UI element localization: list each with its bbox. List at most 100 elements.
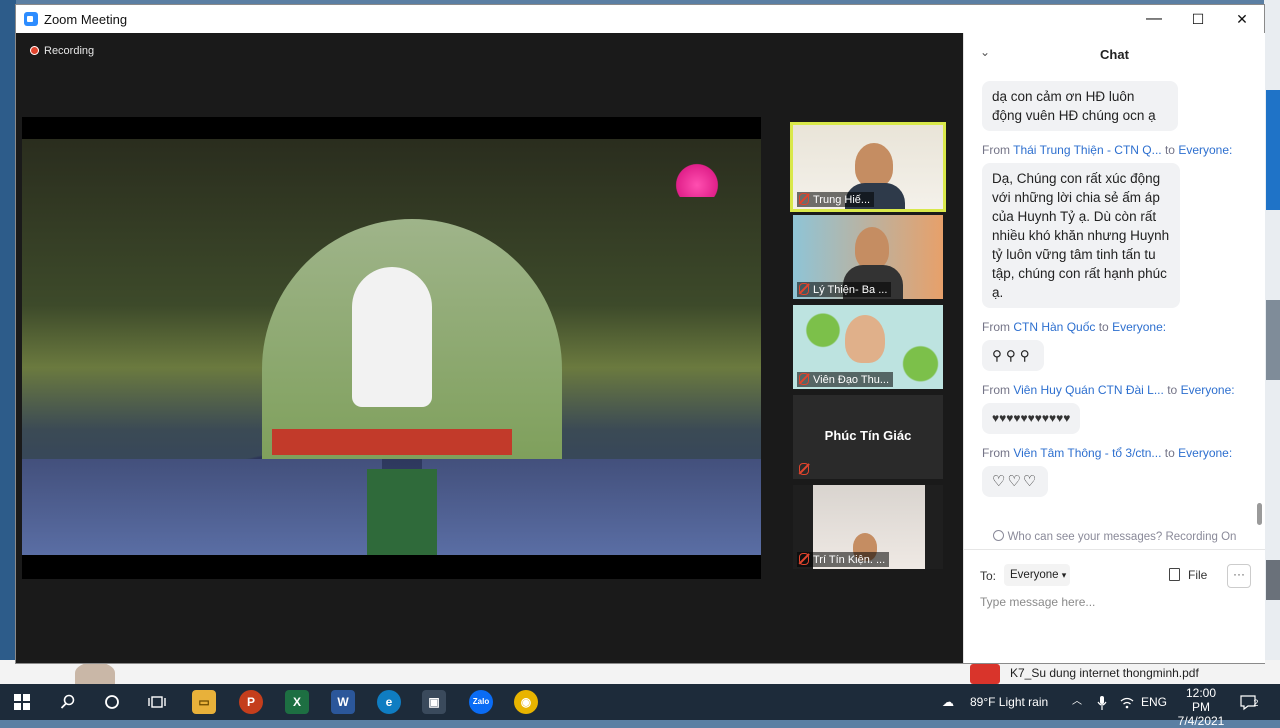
zalo-icon[interactable]: Zalo bbox=[469, 690, 493, 714]
app-glyph: e bbox=[385, 695, 393, 709]
cortana-icon[interactable] bbox=[100, 690, 124, 714]
sender-link[interactable]: CTN Hàn Quốc bbox=[1013, 320, 1095, 334]
desktop-right-edge bbox=[1264, 0, 1280, 660]
sender-link[interactable]: Viên Tâm Thông - tổ 3/ctn... bbox=[1013, 446, 1161, 460]
scene-statue bbox=[352, 267, 432, 407]
background-document-name[interactable]: K7_Su dung internet thongminh.pdf bbox=[1010, 666, 1199, 680]
from-word: From bbox=[982, 383, 1010, 397]
edge-icon[interactable]: e bbox=[377, 690, 401, 714]
title-bar: Zoom Meeting — ☐ ✕ bbox=[16, 5, 1264, 33]
weather-widget[interactable]: 89°F Light rain bbox=[970, 684, 1048, 720]
recording-indicator[interactable]: Recording bbox=[30, 45, 94, 57]
notification-icon[interactable]: 2 bbox=[1240, 684, 1258, 721]
to-word: to bbox=[1164, 446, 1175, 460]
desktop-window-fragment bbox=[1266, 90, 1280, 210]
recording-label: Recording bbox=[44, 45, 95, 57]
chevron-up-icon[interactable]: ︿ bbox=[1072, 684, 1082, 720]
recipient-select[interactable]: Everyone ▾ bbox=[1004, 564, 1070, 586]
recipient-link[interactable]: Everyone: bbox=[1178, 446, 1232, 460]
chat-message: ♡♡♡ bbox=[982, 466, 1049, 497]
chat-messages[interactable]: dạ con cảm ơn HĐ luôn động vuên HĐ chúng… bbox=[982, 81, 1244, 505]
pdf-file-icon bbox=[970, 664, 1000, 684]
file-icon bbox=[1169, 568, 1180, 581]
mic-muted-icon bbox=[799, 373, 809, 385]
participant-name: Viên Đạo Thu... bbox=[813, 374, 890, 386]
notification-count: 2 bbox=[1253, 698, 1259, 708]
minimize-button[interactable]: — bbox=[1132, 5, 1176, 33]
participant-mic-status bbox=[797, 462, 817, 477]
scene-aisle bbox=[367, 469, 437, 555]
app-glyph: ◉ bbox=[520, 695, 532, 709]
zoom-meeting-window: Zoom Meeting — ☐ ✕ Recording Trung Hiế..… bbox=[16, 5, 1265, 663]
mic-muted-icon bbox=[799, 283, 809, 295]
microphone-icon[interactable] bbox=[1097, 684, 1107, 720]
notice-text: Who can see your messages? Recording On bbox=[1007, 531, 1237, 543]
wifi-icon[interactable] bbox=[1120, 684, 1134, 720]
chevron-down-icon: ▾ bbox=[1061, 570, 1067, 580]
participant-tile[interactable]: Phúc Tín Giác bbox=[793, 395, 943, 479]
word-icon[interactable]: W bbox=[331, 690, 355, 714]
participant-name: Trí Tín Kiện. ... bbox=[813, 554, 886, 566]
divider bbox=[964, 549, 1265, 550]
desktop-window-fragment bbox=[1266, 300, 1280, 380]
chat-visibility-notice[interactable]: Who can see your messages? Recording On bbox=[964, 530, 1265, 543]
person-icon bbox=[992, 530, 1004, 541]
participant-tile[interactable]: Lý Thiện- Ba ... bbox=[793, 215, 943, 299]
to-word: to bbox=[1167, 383, 1178, 397]
app-glyph: X bbox=[292, 695, 301, 709]
from-word: From bbox=[982, 446, 1010, 460]
chrome-icon[interactable]: ◉ bbox=[514, 690, 538, 714]
chat-message: dạ con cảm ơn HĐ luôn động vuên HĐ chúng… bbox=[982, 81, 1178, 131]
file-button[interactable]: File bbox=[1169, 568, 1207, 582]
app-glyph: ▣ bbox=[428, 695, 440, 709]
background-window-strip: K7_Su dung internet thongminh.pdf bbox=[0, 660, 1280, 684]
participant-tile[interactable]: Viên Đạo Thu... bbox=[793, 305, 943, 389]
participant-video bbox=[855, 227, 889, 269]
powerpoint-icon[interactable]: P bbox=[239, 690, 263, 714]
participant-name-label: Lý Thiện- Ba ... bbox=[797, 282, 892, 297]
desktop-window-fragment bbox=[1266, 560, 1280, 600]
participant-tile[interactable]: Trí Tín Kiện. ... bbox=[793, 485, 943, 569]
clock-time: 12:00 PM bbox=[1185, 686, 1217, 714]
close-button[interactable]: ✕ bbox=[1220, 5, 1264, 33]
excel-icon[interactable]: X bbox=[285, 690, 309, 714]
sender-link[interactable]: Viên Huy Quán CTN Đài L... bbox=[1013, 383, 1164, 397]
zoom-logo-icon bbox=[24, 12, 38, 26]
clock-date: 7/4/2021 bbox=[1177, 714, 1225, 728]
recipient-link[interactable]: Everyone: bbox=[1181, 383, 1235, 397]
participant-name-label: Trung Hiế... bbox=[797, 192, 875, 207]
chat-scrollbar[interactable] bbox=[1257, 503, 1262, 525]
shared-video[interactable] bbox=[22, 117, 761, 579]
participant-name-label: Trí Tín Kiện. ... bbox=[797, 552, 890, 567]
lotus-logo-icon bbox=[667, 157, 727, 197]
weather-icon[interactable]: ☁ bbox=[942, 684, 954, 720]
window-title: Zoom Meeting bbox=[44, 12, 128, 27]
windows-start-icon[interactable] bbox=[10, 690, 34, 714]
recipient-link[interactable]: Everyone: bbox=[1178, 143, 1232, 157]
sender-link[interactable]: Thái Trung Thiện - CTN Q... bbox=[1013, 143, 1162, 157]
to-word: to bbox=[1164, 143, 1175, 157]
participant-tile[interactable]: Trung Hiế... bbox=[793, 125, 943, 209]
zoom-icon[interactable]: ▣ bbox=[422, 690, 446, 714]
language-indicator[interactable]: ENG bbox=[1141, 684, 1167, 720]
mic-muted-icon bbox=[799, 463, 809, 475]
more-options-button[interactable]: ··· bbox=[1227, 564, 1251, 588]
app-glyph: Zalo bbox=[472, 697, 490, 706]
message-sender-line: From Viên Tâm Thông - tổ 3/ctn... to Eve… bbox=[982, 446, 1244, 460]
desktop-left-edge bbox=[0, 0, 16, 660]
chat-header: ⌄ Chat bbox=[964, 33, 1265, 73]
search-icon[interactable] bbox=[56, 690, 80, 714]
clock[interactable]: 12:00 PM 7/4/2021 bbox=[1177, 686, 1225, 728]
chat-message: ⚲⚲⚲ bbox=[982, 340, 1044, 371]
app-glyph: P bbox=[246, 695, 255, 709]
message-sender-line: From Viên Huy Quán CTN Đài L... to Every… bbox=[982, 383, 1244, 397]
mic-muted-icon bbox=[799, 553, 809, 565]
recording-icon bbox=[30, 46, 39, 55]
task-view-icon[interactable] bbox=[145, 690, 169, 714]
maximize-button[interactable]: ☐ bbox=[1176, 5, 1220, 33]
to-label: To: bbox=[980, 569, 997, 583]
file-explorer-icon[interactable]: ▭ bbox=[192, 690, 216, 714]
background-avatar bbox=[75, 662, 115, 684]
chat-message-input[interactable] bbox=[980, 595, 1240, 609]
recipient-link[interactable]: Everyone: bbox=[1112, 320, 1166, 334]
